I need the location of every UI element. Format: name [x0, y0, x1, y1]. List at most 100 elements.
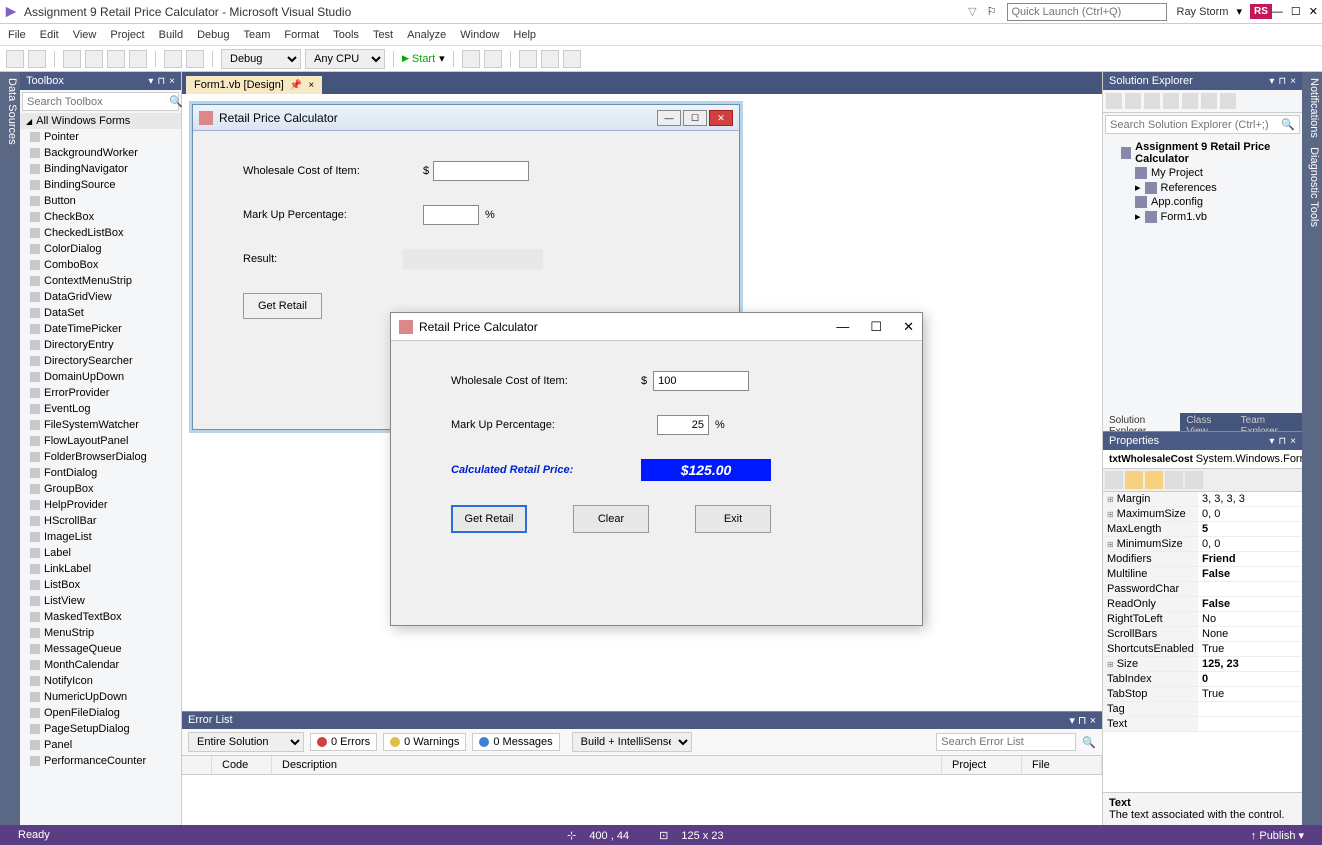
toolbox-item[interactable]: DataGridView: [20, 289, 181, 305]
save-button[interactable]: [107, 50, 125, 68]
toolbox-item[interactable]: DirectorySearcher: [20, 353, 181, 369]
toolbox-item[interactable]: ListBox: [20, 577, 181, 593]
property-row[interactable]: TabIndex0: [1103, 672, 1302, 687]
property-row[interactable]: TabStopTrue: [1103, 687, 1302, 702]
minimize-icon[interactable]: —: [1272, 6, 1283, 18]
tab-solution-explorer[interactable]: Solution Explorer: [1103, 413, 1180, 431]
tab-form1-design[interactable]: Form1.vb [Design] 📌 ×: [186, 76, 322, 94]
toolbox-pin-icon[interactable]: ⊓: [157, 76, 165, 87]
property-row[interactable]: MultilineFalse: [1103, 567, 1302, 582]
toolbox-item[interactable]: FolderBrowserDialog: [20, 449, 181, 465]
layout-button-1[interactable]: [519, 50, 537, 68]
toolbox-item[interactable]: MaskedTextBox: [20, 609, 181, 625]
publish-button[interactable]: ↑ Publish ▾: [1251, 829, 1304, 842]
toolbox-item[interactable]: CheckedListBox: [20, 225, 181, 241]
property-row[interactable]: Text: [1103, 717, 1302, 732]
toolbox-item[interactable]: ContextMenuStrip: [20, 273, 181, 289]
messages-filter[interactable]: 0 Messages: [472, 733, 559, 751]
toolbox-close-icon[interactable]: ×: [169, 76, 175, 87]
property-row[interactable]: PasswordChar: [1103, 582, 1302, 597]
errorlist-scope-select[interactable]: Entire Solution: [188, 732, 304, 752]
menu-project[interactable]: Project: [110, 29, 144, 41]
wholesale-input-run[interactable]: [653, 371, 749, 391]
platform-select[interactable]: Any CPU: [305, 49, 385, 69]
property-row[interactable]: ⊞MinimumSize0, 0: [1103, 537, 1302, 552]
search-icon[interactable]: 🔍: [1281, 118, 1295, 131]
toolbox-search-input[interactable]: [27, 96, 169, 108]
toolbox-item[interactable]: PerformanceCounter: [20, 753, 181, 769]
property-row[interactable]: ⊞MaximumSize0, 0: [1103, 507, 1302, 522]
toolbox-dropdown-icon[interactable]: ▾: [148, 76, 153, 87]
toolbox-item[interactable]: DomainUpDown: [20, 369, 181, 385]
sol-home-button[interactable]: [1106, 93, 1122, 109]
sol-props-button[interactable]: [1182, 93, 1198, 109]
form1-node[interactable]: ▸Form1.vb: [1107, 209, 1298, 224]
toolbox-item[interactable]: OpenFileDialog: [20, 705, 181, 721]
toolbox-search[interactable]: 🔍: [22, 92, 179, 111]
properties-object[interactable]: txtWholesaleCost System.Windows.Forms.: [1103, 450, 1302, 469]
property-row[interactable]: RightToLeftNo: [1103, 612, 1302, 627]
close-icon[interactable]: ✕: [1309, 5, 1318, 18]
toolbox-item[interactable]: ErrorProvider: [20, 385, 181, 401]
errorlist-build-select[interactable]: Build + IntelliSense: [572, 732, 692, 752]
get-retail-button-design[interactable]: Get Retail: [243, 293, 322, 319]
tab-close-icon[interactable]: ×: [308, 80, 314, 91]
start-dropdown-icon[interactable]: ▾: [439, 52, 445, 65]
flag-icon[interactable]: ⚐: [987, 5, 997, 18]
layout-button-3[interactable]: [563, 50, 581, 68]
user-menu-icon[interactable]: ▾: [1236, 5, 1242, 18]
props-pages-button[interactable]: [1185, 471, 1203, 489]
toolbox-item[interactable]: MenuStrip: [20, 625, 181, 641]
clear-button[interactable]: Clear: [573, 505, 649, 533]
solution-dropdown-icon[interactable]: ▾: [1269, 76, 1274, 87]
toolbox-item[interactable]: ImageList: [20, 529, 181, 545]
toolbox-category[interactable]: All Windows Forms: [20, 113, 181, 129]
toolbox-item[interactable]: ColorDialog: [20, 241, 181, 257]
props-props-button[interactable]: [1145, 471, 1163, 489]
property-row[interactable]: ScrollBarsNone: [1103, 627, 1302, 642]
property-row[interactable]: ModifiersFriend: [1103, 552, 1302, 567]
myproject-node[interactable]: My Project: [1107, 166, 1298, 180]
toolbox-item[interactable]: HScrollBar: [20, 513, 181, 529]
start-button[interactable]: Start: [402, 53, 435, 65]
toolbox-item[interactable]: MessageQueue: [20, 641, 181, 657]
toolbox-item[interactable]: Button: [20, 193, 181, 209]
toolbox-item[interactable]: CheckBox: [20, 209, 181, 225]
layout-button-2[interactable]: [541, 50, 559, 68]
running-form-titlebar[interactable]: Retail Price Calculator — ☐ ✕: [391, 313, 922, 341]
markup-input-run[interactable]: [657, 415, 709, 435]
running-maximize-icon[interactable]: ☐: [870, 319, 882, 334]
solution-close-icon[interactable]: ×: [1290, 76, 1296, 87]
props-az-button[interactable]: [1125, 471, 1143, 489]
property-row[interactable]: MaxLength5: [1103, 522, 1302, 537]
redo-button[interactable]: [186, 50, 204, 68]
maximize-icon[interactable]: ☐: [1291, 5, 1301, 18]
menu-view[interactable]: View: [73, 29, 97, 41]
toolbox-item[interactable]: Panel: [20, 737, 181, 753]
running-close-icon[interactable]: ✕: [903, 319, 914, 334]
toolbox-item[interactable]: FontDialog: [20, 465, 181, 481]
property-row[interactable]: Tag: [1103, 702, 1302, 717]
sol-collapse-button[interactable]: [1163, 93, 1179, 109]
nav-back-button[interactable]: [6, 50, 24, 68]
sol-preview-button[interactable]: [1220, 93, 1236, 109]
references-node[interactable]: ▸References: [1107, 180, 1298, 195]
toolbox-item[interactable]: NumericUpDown: [20, 689, 181, 705]
toolbox-item[interactable]: PageSetupDialog: [20, 721, 181, 737]
toolbox-item[interactable]: LinkLabel: [20, 561, 181, 577]
toolbox-item[interactable]: GroupBox: [20, 481, 181, 497]
menu-format[interactable]: Format: [284, 29, 319, 41]
toolbox-item[interactable]: ListView: [20, 593, 181, 609]
errorlist-dropdown-icon[interactable]: ▾: [1069, 715, 1075, 727]
sol-sync-button[interactable]: [1125, 93, 1141, 109]
running-form-window[interactable]: Retail Price Calculator — ☐ ✕ Wholesale …: [390, 312, 923, 626]
solution-tree[interactable]: Assignment 9 Retail Price Calculator My …: [1103, 136, 1302, 413]
toolbox-item[interactable]: BindingNavigator: [20, 161, 181, 177]
toolbox-item[interactable]: FileSystemWatcher: [20, 417, 181, 433]
col-code[interactable]: Code: [212, 756, 272, 774]
menu-team[interactable]: Team: [244, 29, 271, 41]
diagnostic-tools-tab[interactable]: Diagnostic Tools: [1308, 147, 1320, 227]
menu-window[interactable]: Window: [460, 29, 499, 41]
tab-team-explorer[interactable]: Team Explorer: [1235, 413, 1302, 431]
toolbox-item[interactable]: BackgroundWorker: [20, 145, 181, 161]
